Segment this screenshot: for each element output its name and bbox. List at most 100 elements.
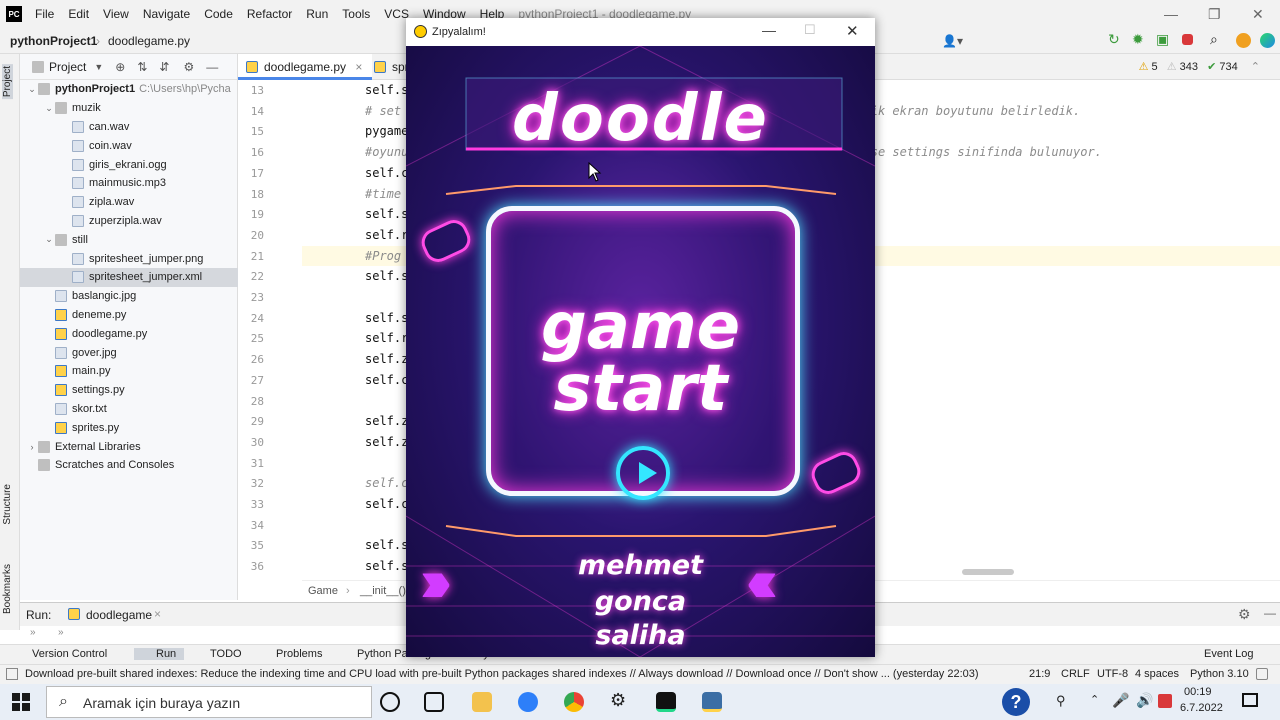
lock-icon[interactable]	[1256, 668, 1268, 680]
minimize-icon[interactable]: —	[1164, 6, 1178, 22]
project-tool-tab[interactable]: Project	[2, 64, 13, 100]
maximize-icon[interactable]: ❐	[1208, 6, 1221, 23]
menu-tools[interactable]: Tools	[335, 7, 377, 21]
tree-item[interactable]: mainmusic.mp3	[20, 174, 238, 193]
code-line[interactable]: self.s	[365, 538, 408, 552]
maximize-icon[interactable]: ☐	[804, 22, 816, 38]
hide-icon[interactable]: —	[1264, 606, 1276, 620]
chevron-up-icon[interactable]: ⌃	[1251, 61, 1260, 73]
update-icon[interactable]	[1236, 33, 1251, 48]
tree-item[interactable]: baslangic.jpg	[20, 287, 238, 306]
collapse-all-icon[interactable]: ⇵	[159, 60, 169, 74]
code-line[interactable]: self.s	[365, 269, 408, 283]
tree-item[interactable]: sprites.py	[20, 418, 238, 437]
code-line[interactable]: self.s	[365, 207, 408, 221]
speaker-icon[interactable]: 🔊	[1136, 692, 1153, 709]
code-line[interactable]: self.r	[365, 228, 408, 242]
game-canvas[interactable]: doodle game start ››› ‹‹‹ mehmet gonca s…	[406, 46, 875, 657]
expand-icon[interactable]: »	[30, 627, 36, 638]
tree-item[interactable]: spritesheet_jumper.png	[20, 249, 238, 268]
user-icon[interactable]: 👤▾	[942, 34, 963, 48]
tree-item[interactable]: doodlegame.py	[20, 324, 238, 343]
play-button[interactable]	[616, 446, 670, 500]
code-line[interactable]: self.c	[365, 373, 408, 387]
breadcrumb-method[interactable]: __init__()	[360, 585, 406, 597]
code-line[interactable]: self.z	[365, 414, 408, 428]
stop-icon[interactable]	[1182, 34, 1193, 45]
python-interpreter[interactable]: Python 3.10	[1190, 668, 1249, 680]
game-window[interactable]: Zıpyalalım! — ☐ ✕ doodle game start ››› …	[406, 18, 875, 657]
chevron-down-icon[interactable]: ⌄	[43, 103, 55, 114]
pygame-window-icon[interactable]	[702, 692, 722, 712]
tree-item[interactable]: Scratches and Consoles	[20, 456, 238, 475]
status-message[interactable]: Download pre-built shared indexes: Reduc…	[25, 668, 1017, 680]
menu-navigate[interactable]: Navigate	[136, 7, 197, 21]
expand-icon[interactable]: »	[58, 627, 64, 638]
minimize-icon[interactable]: —	[762, 22, 776, 38]
people-icon[interactable]: ⚲	[1056, 693, 1066, 709]
bookmarks-tool-tab[interactable]: Bookmarks	[2, 564, 13, 614]
chevron-up-icon[interactable]: ⌃	[1090, 693, 1099, 706]
game-titlebar[interactable]: Zıpyalalım! — ☐ ✕	[406, 18, 875, 46]
tree-item[interactable]: gover.jpg	[20, 343, 238, 362]
chevron-down-icon[interactable]: ⌄	[43, 234, 55, 245]
tree-item[interactable]: zuperzipla.wav	[20, 212, 238, 231]
code-line[interactable]: pygame	[365, 124, 408, 138]
hide-icon[interactable]: —	[206, 60, 218, 74]
menu-refactor[interactable]: Refactor	[240, 7, 299, 21]
edge-icon[interactable]	[518, 692, 538, 712]
tree-item[interactable]: › External Libraries	[20, 437, 238, 456]
tool-problems[interactable]: Problems	[276, 648, 322, 660]
search-icon[interactable]: ⌕	[1210, 31, 1226, 47]
notification-icon[interactable]	[1242, 693, 1258, 707]
code-line[interactable]: self.r	[365, 331, 408, 345]
run-config-tab[interactable]: doodlegame	[86, 608, 152, 622]
code-line[interactable]: #Prog	[365, 249, 401, 263]
code-line[interactable]: self.c	[365, 166, 408, 180]
structure-tool-tab[interactable]: Structure	[2, 484, 13, 525]
close-icon[interactable]: ×	[355, 60, 362, 74]
tree-item[interactable]: ⌄ pythonProject1 C:\Users\hp\Pycha	[20, 80, 238, 99]
close-icon[interactable]: ×	[154, 607, 161, 621]
menu-view[interactable]: View	[96, 7, 136, 21]
rerun-icon[interactable]: ↻	[1108, 31, 1124, 47]
breadcrumb-file[interactable]: doodlegame.py	[108, 34, 190, 48]
line-separator[interactable]: CRLF	[1061, 668, 1090, 680]
chevron-right-icon[interactable]: ›	[26, 442, 38, 452]
menu-file[interactable]: File	[28, 7, 61, 21]
tool-version-control[interactable]: Version Control	[32, 648, 107, 660]
cortana-icon[interactable]	[380, 692, 400, 712]
tree-item[interactable]: giris_ekrani.ogg	[20, 155, 238, 174]
help-icon[interactable]: ?	[1002, 688, 1030, 716]
code-line[interactable]: #time	[365, 187, 401, 201]
menu-edit[interactable]: Edit	[61, 7, 96, 21]
file-encoding[interactable]: UTF-8	[1097, 668, 1128, 680]
close-icon[interactable]: ✕	[1252, 6, 1264, 23]
tool-event-log[interactable]: Event Log	[1204, 648, 1254, 660]
inspection-widget[interactable]: ⚠ 5 ⚠ 343 ✔ 734 ⌃	[1139, 60, 1260, 73]
tab-doodlegame[interactable]: doodlegame.py ×	[238, 54, 373, 80]
tree-item[interactable]: ⌄ muzik	[20, 99, 238, 118]
settings-icon[interactable]: ⚙	[610, 690, 630, 710]
debug-icon[interactable]: ✹	[1132, 31, 1148, 47]
file-explorer-icon[interactable]	[472, 692, 492, 712]
caret-position[interactable]: 21:9	[1029, 668, 1050, 680]
tool-run[interactable]: Run	[134, 648, 185, 660]
gear-icon[interactable]: ⚙	[183, 60, 194, 74]
code-line[interactable]: self.s	[365, 311, 408, 325]
project-panel-label[interactable]: Project	[49, 60, 86, 74]
gear-icon[interactable]: ⚙	[1238, 606, 1251, 623]
tree-item[interactable]: skor.txt	[20, 400, 238, 419]
menu-code[interactable]: Code	[197, 7, 240, 21]
code-line[interactable]: self.c	[365, 497, 408, 511]
pycharm-icon[interactable]	[656, 692, 676, 712]
microphone-icon[interactable]: 🎤	[1112, 692, 1129, 709]
chevron-down-icon[interactable]: ⌄	[26, 84, 38, 95]
coverage-icon[interactable]: ▣	[1156, 31, 1172, 47]
recording-icon[interactable]	[1158, 694, 1172, 708]
tree-item[interactable]: can.wav	[20, 118, 238, 137]
indent-setting[interactable]: 4 spaces	[1135, 668, 1179, 680]
tool-todo[interactable]: TODO	[210, 648, 242, 660]
expand-all-icon[interactable]: ⇅	[137, 60, 147, 74]
locate-icon[interactable]: ⊕	[115, 60, 125, 74]
